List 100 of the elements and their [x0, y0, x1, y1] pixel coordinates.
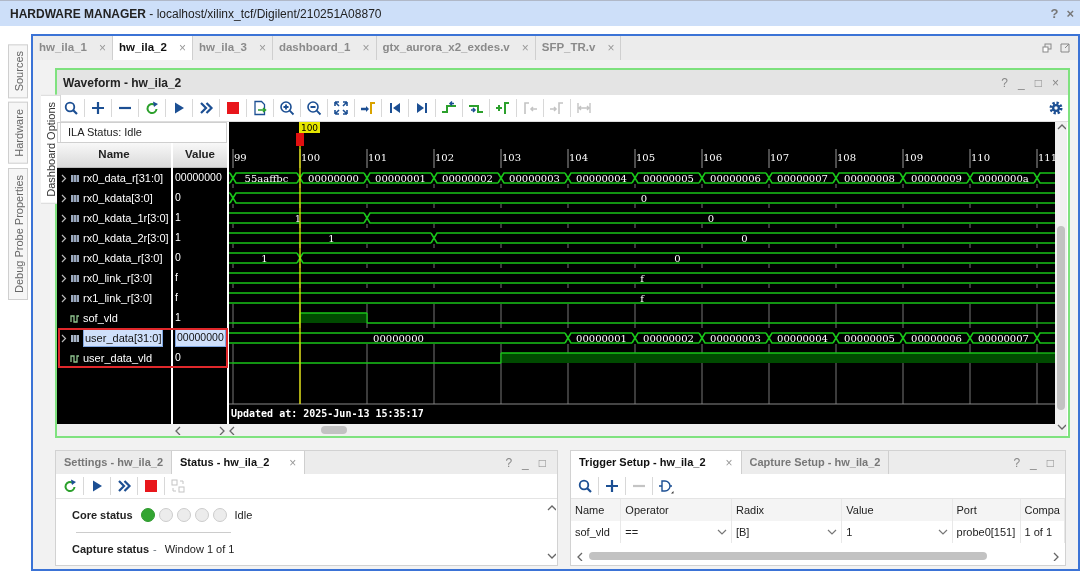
scrollbar-thumb[interactable] — [321, 426, 347, 434]
close-tab-button[interactable]: × — [178, 39, 186, 57]
bus-value: 0 — [640, 192, 648, 204]
column-header[interactable]: Value — [173, 143, 227, 168]
time-label: 106 — [703, 152, 723, 163]
bus-value: 00000005 — [844, 332, 895, 344]
table-cell: probe0[151] — [952, 521, 1020, 543]
capture-status-value: Window 1 of 1 — [164, 541, 235, 557]
skip-start-icon[interactable] — [387, 100, 403, 116]
column-header[interactable]: Port — [952, 499, 1020, 521]
restore-icon[interactable] — [1042, 43, 1052, 53]
plus-icon[interactable] — [604, 478, 620, 494]
refresh-icon[interactable] — [144, 100, 160, 116]
column-header[interactable]: Value — [841, 499, 952, 521]
window-button[interactable]: ? — [1010, 453, 1024, 472]
stop-icon[interactable] — [143, 478, 159, 494]
scroll-up-icon[interactable] — [546, 503, 556, 513]
arrow-bracket-icon[interactable] — [360, 100, 376, 116]
time-label: 109 — [904, 152, 924, 163]
window-button[interactable]: × — [1066, 3, 1074, 24]
zoom-out-icon[interactable] — [306, 100, 322, 116]
operator-dropdown[interactable]: == — [625, 523, 727, 541]
float-window-icon[interactable] — [1060, 43, 1070, 53]
bus-value: 00000004 — [576, 172, 627, 184]
search-icon[interactable] — [577, 478, 593, 494]
column-header[interactable]: Radix — [731, 499, 842, 521]
scroll-left-icon[interactable] — [227, 425, 237, 435]
refresh-icon[interactable] — [62, 478, 78, 494]
bus-icon — [70, 273, 80, 283]
scrollbar-thumb[interactable] — [1057, 226, 1065, 410]
scroll-down-icon[interactable] — [546, 551, 556, 561]
bus-value: 00000000 — [308, 172, 359, 184]
signal-name[interactable]: rx0_kdata_1r[3:0] — [83, 209, 169, 227]
radix-dropdown[interactable]: [B] — [735, 523, 838, 541]
window-button[interactable]: □ — [1043, 453, 1057, 472]
horizontal-scrollbar[interactable] — [173, 425, 227, 435]
signal-name[interactable]: rx0_kdata[3:0] — [83, 189, 153, 207]
signal-name[interactable]: rx0_kdata_2r[3:0] — [83, 229, 169, 247]
chevron-down-icon[interactable] — [827, 528, 838, 536]
signal-value: 1 — [175, 210, 181, 226]
signal-name[interactable]: sof_vld — [83, 309, 118, 327]
plus-bracket-icon[interactable] — [495, 100, 511, 116]
close-tab-button[interactable]: × — [725, 453, 733, 472]
side-tab[interactable]: Debug Probe Properties — [8, 168, 28, 301]
stop-icon[interactable] — [225, 100, 241, 116]
window-button[interactable]: ? — [998, 73, 1012, 92]
bus-icon — [70, 173, 80, 183]
capture-status-label: Capture status — [72, 541, 150, 557]
scroll-left-icon[interactable] — [173, 425, 183, 435]
expand-arrows-icon[interactable] — [333, 100, 349, 116]
search-icon[interactable] — [63, 100, 79, 116]
scroll-left-icon[interactable] — [575, 551, 585, 561]
window-button[interactable]: ? — [1050, 3, 1059, 24]
signal-name[interactable]: rx0_data_r[31:0] — [83, 169, 164, 187]
export-icon[interactable] — [252, 100, 268, 116]
column-header[interactable]: Operator — [620, 499, 732, 521]
window-button[interactable]: ? — [502, 453, 516, 472]
scroll-right-icon[interactable] — [217, 425, 227, 435]
gate-icon[interactable] — [658, 478, 674, 494]
signal-name[interactable]: user_data_vld — [83, 349, 153, 367]
window-button[interactable]: _ — [1015, 73, 1028, 92]
bus-icon — [70, 213, 80, 223]
window-button[interactable]: _ — [1027, 453, 1040, 472]
editor-tab[interactable]: hw_ila_2 × — [112, 36, 193, 60]
zoom-in-icon[interactable] — [279, 100, 295, 116]
close-tab-button[interactable]: × — [289, 453, 297, 472]
signal-value: 0 — [175, 350, 181, 366]
scroll-down-icon[interactable] — [1056, 422, 1066, 432]
bus-value: 00000001 — [576, 332, 627, 344]
settings-icon[interactable] — [1048, 100, 1064, 116]
column-header[interactable]: Compa — [1020, 499, 1065, 521]
column-header[interactable]: Name — [57, 143, 171, 168]
panel-tab[interactable]: Status - hw_ila_2 × — [172, 451, 306, 474]
side-tab[interactable]: Sources — [8, 44, 28, 99]
fast-forward-icon[interactable] — [116, 478, 132, 494]
bus-icon — [70, 333, 80, 343]
skip-end-icon[interactable] — [414, 100, 430, 116]
scrollbar-thumb[interactable] — [589, 552, 987, 560]
column-header[interactable]: Name — [571, 499, 621, 521]
window-button[interactable]: □ — [1031, 73, 1045, 92]
scroll-right-icon[interactable] — [1051, 551, 1061, 561]
scroll-up-icon[interactable] — [1056, 122, 1066, 132]
value-dropdown[interactable]: 1 — [846, 523, 948, 541]
signal-name[interactable]: rx1_link_r[3:0] — [83, 289, 153, 307]
signal-name[interactable]: rx0_kdata_r[3:0] — [83, 249, 163, 267]
chevron-down-icon[interactable] — [716, 528, 727, 536]
fast-forward-icon[interactable] — [198, 100, 214, 116]
bus-value: 1 — [294, 212, 302, 224]
time-label: 100 — [301, 152, 321, 163]
step-back-icon[interactable] — [441, 100, 457, 116]
panel-tab[interactable]: Capture Setup - hw_ila_2 — [741, 451, 890, 474]
plus-icon[interactable] — [90, 100, 106, 116]
window-button[interactable]: × — [1049, 73, 1062, 92]
panel-tab[interactable]: Trigger Setup - hw_ila_2 × — [571, 451, 742, 474]
chevron-down-icon[interactable] — [937, 528, 948, 536]
signal-name[interactable]: rx0_link_r[3:0] — [83, 269, 153, 287]
window-button[interactable]: □ — [535, 453, 549, 472]
window-button[interactable]: _ — [519, 453, 532, 472]
expand-chevron-icon[interactable] — [61, 333, 67, 343]
side-tab[interactable]: Hardware — [8, 102, 28, 165]
